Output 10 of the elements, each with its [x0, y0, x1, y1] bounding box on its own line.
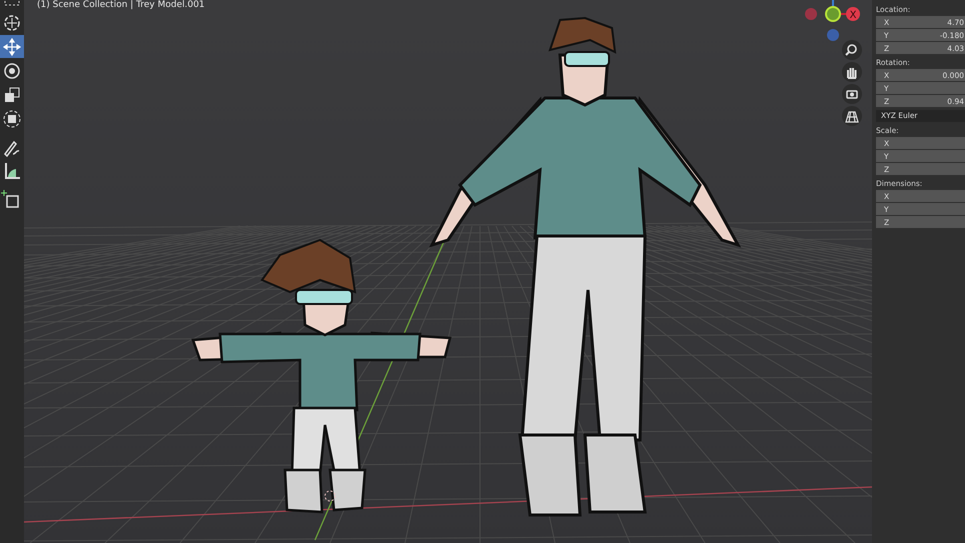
x-axis-label: X [850, 10, 856, 21]
camera-icon[interactable] [842, 84, 862, 104]
viewport-header: (1) Scene Collection | Trey Model.001 [37, 0, 205, 10]
perspective-grid-icon[interactable] [842, 106, 862, 126]
axis-gizmo-drawing[interactable] [805, 0, 860, 41]
hand-icon[interactable] [842, 62, 862, 82]
select-box-icon[interactable] [4, 0, 20, 6]
zoom-icon[interactable] [842, 40, 862, 60]
move-tool[interactable] [0, 35, 24, 58]
object-origin-icon [324, 490, 336, 502]
